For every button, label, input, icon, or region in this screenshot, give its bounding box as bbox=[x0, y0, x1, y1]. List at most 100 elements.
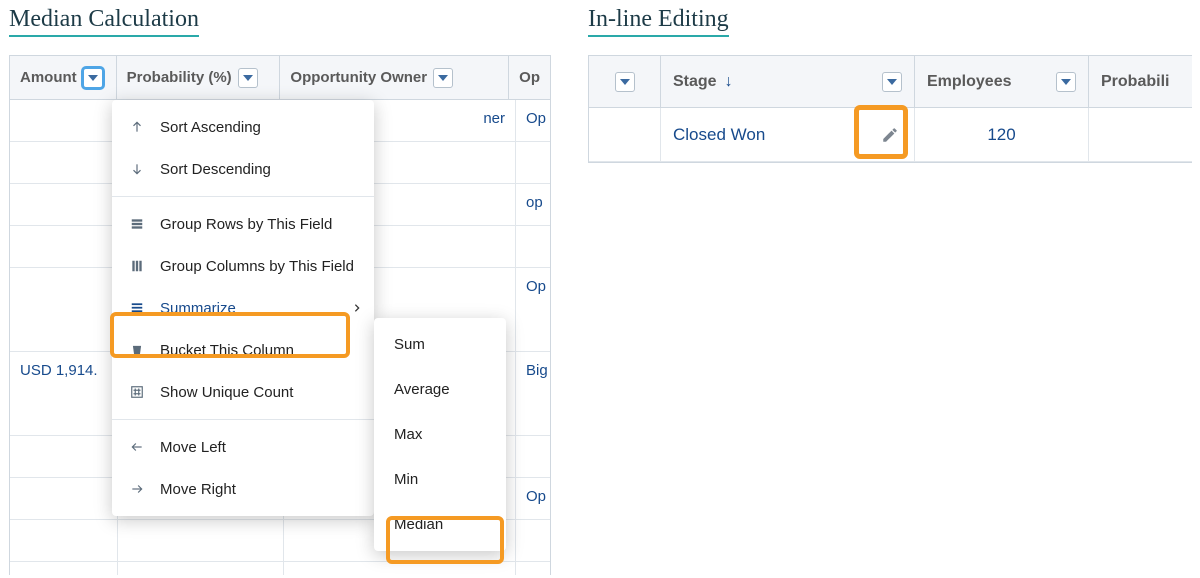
menu-item-label: Show Unique Count bbox=[160, 384, 293, 401]
col-header-op[interactable]: Op bbox=[509, 56, 550, 99]
col-header-label: Probabili bbox=[1101, 73, 1169, 91]
menu-group-rows[interactable]: Group Rows by This Field bbox=[112, 203, 374, 245]
cell-op[interactable]: Op bbox=[516, 478, 550, 519]
cell-stage[interactable]: Closed Won bbox=[661, 108, 915, 161]
cell-op[interactable]: Op bbox=[516, 100, 550, 141]
col-header-rownum[interactable] bbox=[589, 56, 661, 107]
cell-owner bbox=[284, 562, 516, 575]
chevron-down-icon bbox=[88, 75, 98, 81]
menu-sort-ascending[interactable]: Sort Ascending bbox=[112, 106, 374, 148]
menu-move-right[interactable]: Move Right bbox=[112, 468, 374, 510]
col-header-label: Employees bbox=[927, 73, 1011, 91]
sort-descending-icon: ↓ bbox=[725, 73, 733, 91]
cell-amount bbox=[10, 520, 118, 561]
section-title-right: In-line Editing bbox=[588, 6, 729, 37]
cell-rownum bbox=[589, 108, 661, 161]
menu-item-label: Move Left bbox=[160, 439, 226, 456]
col-header-label: Amount bbox=[20, 69, 77, 86]
chevron-down-icon bbox=[620, 79, 630, 85]
section-title-left: Median Calculation bbox=[9, 6, 199, 37]
cell-amount bbox=[10, 268, 118, 351]
cell-amount bbox=[10, 184, 118, 225]
cell-op[interactable]: Op bbox=[516, 268, 550, 351]
cell-op[interactable] bbox=[516, 226, 550, 267]
submenu-min[interactable]: Min bbox=[374, 457, 506, 502]
submenu-average[interactable]: Average bbox=[374, 367, 506, 412]
left-table: Amount Probability (%) Opportunity Owner… bbox=[9, 55, 551, 575]
cell-stage-value: Closed Won bbox=[673, 125, 765, 145]
menu-item-label: Sort Ascending bbox=[160, 119, 261, 136]
cell-amount bbox=[10, 436, 118, 477]
bucket-icon bbox=[128, 341, 146, 359]
chevron-down-icon bbox=[1061, 79, 1071, 85]
col-header-probability[interactable]: Probabili bbox=[1089, 56, 1192, 107]
cell-amount: USD 1,914. bbox=[10, 352, 118, 435]
col-header-stage[interactable]: Stage ↓ bbox=[661, 56, 915, 107]
inline-editing-section: In-line Editing Stage ↓ Employees Probab… bbox=[588, 6, 1192, 163]
col-header-probability[interactable]: Probability (%) bbox=[117, 56, 281, 99]
cell-employees-value: 120 bbox=[987, 125, 1015, 145]
submenu-median[interactable]: Median bbox=[374, 502, 506, 547]
cell-op[interactable] bbox=[516, 436, 550, 477]
chevron-down-icon bbox=[243, 75, 253, 81]
menu-item-label: Group Rows by This Field bbox=[160, 216, 332, 233]
menu-group-columns[interactable]: Group Columns by This Field bbox=[112, 245, 374, 287]
column-menu-button-rownum[interactable] bbox=[615, 72, 635, 92]
col-header-employees[interactable]: Employees bbox=[915, 56, 1089, 107]
menu-item-label: Move Right bbox=[160, 481, 236, 498]
right-table: Stage ↓ Employees Probabili Closed Won 1 bbox=[588, 55, 1192, 163]
col-header-owner[interactable]: Opportunity Owner bbox=[280, 56, 509, 99]
left-table-header: Amount Probability (%) Opportunity Owner… bbox=[10, 56, 550, 100]
col-header-label: Op bbox=[519, 69, 540, 86]
cell-amount bbox=[10, 562, 118, 575]
menu-move-left[interactable]: Move Left bbox=[112, 426, 374, 468]
col-header-label: Probability (%) bbox=[127, 69, 232, 86]
submenu-max[interactable]: Max bbox=[374, 412, 506, 457]
cell-amount bbox=[10, 100, 118, 141]
chevron-down-icon bbox=[438, 75, 448, 81]
submenu-sum[interactable]: Sum bbox=[374, 322, 506, 367]
column-menu-button-owner[interactable] bbox=[433, 68, 453, 88]
menu-item-label: Bucket This Column bbox=[160, 342, 294, 359]
col-header-label: Stage bbox=[673, 73, 717, 91]
cell-op[interactable] bbox=[516, 520, 550, 561]
arrow-right-icon bbox=[128, 480, 146, 498]
columns-icon bbox=[128, 257, 146, 275]
cell-probability[interactable] bbox=[1089, 108, 1192, 161]
median-calculation-section: Median Calculation Amount Probability (%… bbox=[9, 6, 551, 575]
cell-prob bbox=[118, 562, 284, 575]
col-header-label: Opportunity Owner bbox=[290, 69, 427, 86]
menu-separator bbox=[112, 419, 374, 420]
column-menu-button-stage[interactable] bbox=[882, 72, 902, 92]
chevron-down-icon bbox=[887, 79, 897, 85]
menu-sort-descending[interactable]: Sort Descending bbox=[112, 148, 374, 190]
menu-item-label: Sort Descending bbox=[160, 161, 271, 178]
column-menu-button-amount[interactable] bbox=[83, 68, 103, 88]
hash-icon bbox=[128, 383, 146, 401]
table-row: OP bbox=[10, 562, 550, 575]
menu-bucket-column[interactable]: Bucket This Column bbox=[112, 329, 374, 371]
summarize-icon bbox=[128, 299, 146, 317]
summarize-submenu: Sum Average Max Min Median bbox=[374, 318, 506, 551]
cell-prob bbox=[118, 520, 284, 561]
menu-separator bbox=[112, 196, 374, 197]
pencil-icon bbox=[881, 126, 899, 144]
edit-inline-button[interactable] bbox=[878, 123, 902, 147]
menu-item-label: Group Columns by This Field bbox=[160, 258, 354, 275]
column-menu-button-employees[interactable] bbox=[1056, 72, 1076, 92]
cell-op[interactable]: op bbox=[516, 184, 550, 225]
right-table-header: Stage ↓ Employees Probabili bbox=[589, 56, 1192, 108]
column-dropdown-menu: Sort Ascending Sort Descending Group Row… bbox=[112, 100, 374, 516]
cell-op[interactable]: Big bbox=[516, 352, 550, 435]
cell-op[interactable]: OP bbox=[516, 562, 550, 575]
menu-unique-count[interactable]: Show Unique Count bbox=[112, 371, 374, 413]
col-header-amount[interactable]: Amount bbox=[10, 56, 117, 99]
cell-amount bbox=[10, 478, 118, 519]
cell-employees[interactable]: 120 bbox=[915, 108, 1089, 161]
menu-summarize[interactable]: Summarize bbox=[112, 287, 374, 329]
column-menu-button-probability[interactable] bbox=[238, 68, 258, 88]
cell-amount bbox=[10, 226, 118, 267]
arrow-left-icon bbox=[128, 438, 146, 456]
chevron-right-icon bbox=[352, 303, 362, 313]
cell-op[interactable] bbox=[516, 142, 550, 183]
